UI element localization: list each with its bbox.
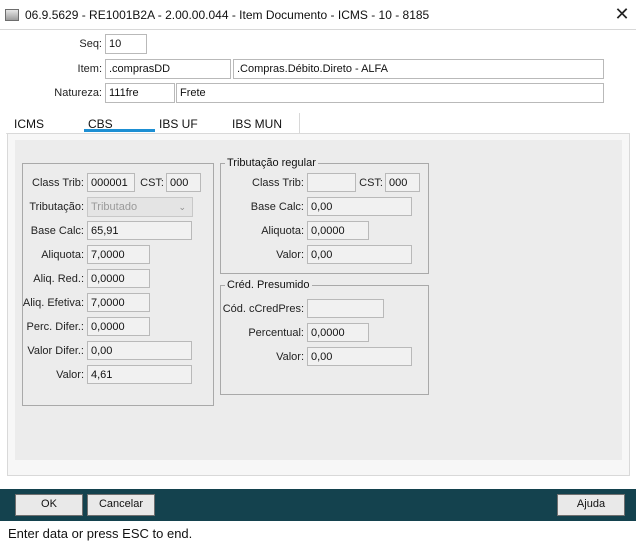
reg-aliquota-label: Aliquota: [261,225,304,237]
item-label: Item: [77,63,102,75]
perc-difer-field[interactable]: 0,0000 [87,317,150,336]
cst-label: CST: [140,177,164,189]
tab-ibs-mun[interactable]: IBS MUN [232,115,282,133]
title-bar: 06.9.5629 - RE1001B2A - 2.00.00.044 - It… [0,0,636,30]
tributacao-label: Tributação: [29,201,84,213]
window-title: 06.9.5629 - RE1001B2A - 2.00.00.044 - It… [25,8,430,22]
natureza-label: Natureza: [54,87,102,99]
item-code-field[interactable]: .comprasDD [105,59,231,79]
ok-button[interactable]: OK [15,494,83,516]
tab-divider [299,113,300,133]
status-text: Enter data or press ESC to end. [8,526,193,541]
reg-class-trib-label: Class Trib: [252,177,304,189]
reg-aliquota-field[interactable]: 0,0000 [307,221,369,240]
active-tab-indicator [84,129,155,132]
help-button[interactable]: Ajuda [557,494,625,516]
perc-difer-label: Perc. Difer.: [26,321,84,333]
cst-field[interactable]: 000 [166,173,201,192]
valor-difer-field[interactable]: 0,00 [87,341,192,360]
aliq-efetiva-label: Aliq. Efetiva: [22,297,84,309]
tab-icms[interactable]: ICMS [14,115,44,133]
tributacao-regular-title: Tributação regular [225,157,318,170]
tab-ibs-uf[interactable]: IBS UF [159,115,198,133]
reg-class-trib-field[interactable] [307,173,356,192]
base-calc-field[interactable]: 65,91 [87,221,192,240]
close-icon[interactable]: ✕ [611,2,633,26]
cred-presumido-title: Créd. Presumido [225,279,312,292]
reg-base-calc-field[interactable]: 0,00 [307,197,412,216]
cod-ccredpres-field[interactable] [307,299,384,318]
cred-valor-field[interactable]: 0,00 [307,347,412,366]
valor-difer-label: Valor Difer.: [27,345,84,357]
reg-valor-label: Valor: [276,249,304,261]
cancel-button[interactable]: Cancelar [87,494,155,516]
reg-cst-field[interactable]: 000 [385,173,420,192]
item-description-field: .Compras.Débito.Direto - ALFA [233,59,604,79]
class-trib-field[interactable]: 000001 [87,173,135,192]
tributacao-select[interactable]: Tributado ⌄ [87,197,193,217]
status-bar: Enter data or press ESC to end. [0,521,636,545]
valor-field[interactable]: 4,61 [87,365,192,384]
percentual-field[interactable]: 0,0000 [307,323,369,342]
reg-base-calc-label: Base Calc: [250,201,304,213]
reg-cst-label: CST: [359,177,383,189]
natureza-code-field[interactable]: 111fre [105,83,175,103]
cod-ccredpres-label: Cód. cCredPres: [222,303,304,315]
aliq-red-label: Aliq. Red.: [33,273,84,285]
app-icon [5,9,19,21]
cred-valor-label: Valor: [276,351,304,363]
base-calc-label: Base Calc: [30,225,84,237]
seq-label: Seq: [79,38,102,50]
percentual-label: Percentual: [248,327,304,339]
seq-field[interactable]: 10 [105,34,147,54]
chevron-down-icon: ⌄ [178,202,186,212]
valor-label: Valor: [56,369,84,381]
reg-valor-field[interactable]: 0,00 [307,245,412,264]
class-trib-label: Class Trib: [32,177,84,189]
aliquota-field[interactable]: 7,0000 [87,245,150,264]
aliquota-label: Aliquota: [41,249,84,261]
aliq-red-field[interactable]: 0,0000 [87,269,150,288]
tributacao-selected-value: Tributado [91,201,138,213]
natureza-description-field: Frete [176,83,604,103]
aliq-efetiva-field[interactable]: 7,0000 [87,293,150,312]
